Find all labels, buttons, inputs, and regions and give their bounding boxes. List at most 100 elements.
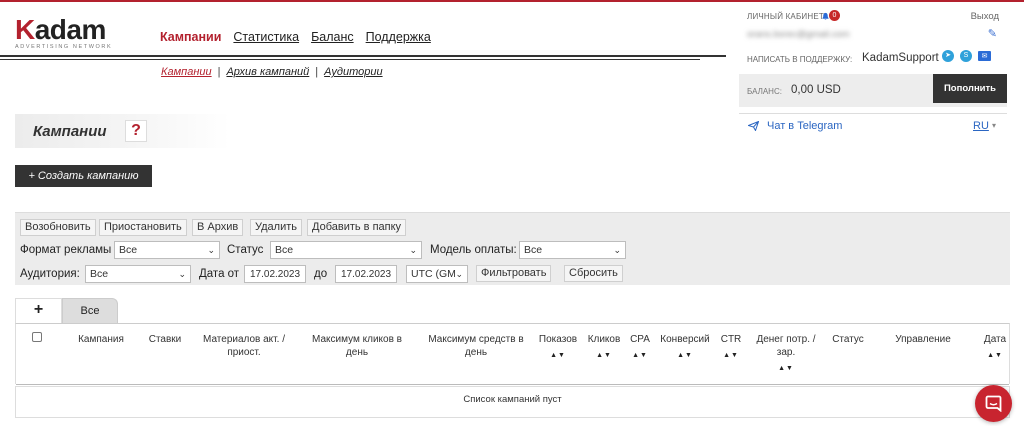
col-cpa-label: CPA xyxy=(630,334,650,345)
payment-model-value: Все xyxy=(524,244,543,256)
nav-statistics[interactable]: Статистика xyxy=(233,30,299,44)
date-to-label: до xyxy=(314,268,328,280)
format-select[interactable]: Все ⌄ xyxy=(114,241,220,259)
archive-button[interactable]: В Архив xyxy=(192,219,244,236)
audience-select[interactable]: Все ⌄ xyxy=(85,265,191,283)
panel-divider xyxy=(739,113,1007,114)
reset-button[interactable]: Сбросить xyxy=(564,265,623,282)
skype-icon[interactable]: S xyxy=(960,50,972,62)
sort-icon[interactable]: ▲▼ xyxy=(715,349,747,362)
empty-state-row: Список кампаний пуст xyxy=(15,386,1010,418)
nav-campaigns[interactable]: Кампании xyxy=(160,30,221,44)
sort-icon[interactable]: ▲▼ xyxy=(536,349,580,362)
logo-tagline: ADVERTISING NETWORK xyxy=(15,44,113,50)
col-max-clicks[interactable]: Максимум кликов в день xyxy=(306,333,408,359)
empty-state-text: Список кампаний пуст xyxy=(463,394,562,405)
add-tab-button[interactable]: + xyxy=(15,298,62,323)
status-select[interactable]: Все ⌄ xyxy=(270,241,422,259)
payment-model-select[interactable]: Все ⌄ xyxy=(519,241,626,259)
col-bids[interactable]: Ставки xyxy=(144,333,186,346)
nav-balance[interactable]: Баланс xyxy=(311,30,354,44)
chat-button[interactable] xyxy=(975,385,1012,422)
col-money-label: Денег потр. / зар. xyxy=(756,334,816,358)
format-label: Формат рекламы xyxy=(20,244,112,256)
subnav-audiences[interactable]: Аудитории xyxy=(324,66,382,78)
subnav-separator: | xyxy=(315,66,319,78)
status-label: Статус xyxy=(227,244,264,256)
add-to-folder-button[interactable]: Добавить в папку xyxy=(307,219,407,236)
chevron-down-icon: ⌄ xyxy=(207,245,215,255)
col-money[interactable]: Денег потр. / зар. ▲▼ xyxy=(751,333,821,375)
audience-label: Аудитория: xyxy=(20,268,80,280)
col-materials[interactable]: Материалов акт. / приост. xyxy=(198,333,290,359)
support-name: KadamSupport xyxy=(862,52,939,64)
col-impressions-label: Показов xyxy=(538,334,578,345)
filter-panel: Возобновить Приостановить В Архив Удалит… xyxy=(15,212,1010,285)
audience-value: Все xyxy=(90,268,109,280)
col-max-spend[interactable]: Максимум средств в день xyxy=(420,333,532,359)
col-ctr[interactable]: CTR ▲▼ xyxy=(715,333,747,362)
nav-divider xyxy=(0,55,726,60)
sort-icon[interactable]: ▲▼ xyxy=(978,349,1012,362)
col-clicks-label: Кликов xyxy=(587,334,621,345)
pause-button[interactable]: Приостановить xyxy=(99,219,187,236)
select-all-checkbox[interactable] xyxy=(32,332,42,342)
chevron-down-icon: ⌄ xyxy=(409,245,417,255)
format-value: Все xyxy=(119,244,138,256)
resume-button[interactable]: Возобновить xyxy=(20,219,96,236)
campaigns-table-header: Кампания Ставки Материалов акт. / приост… xyxy=(15,323,1012,385)
chevron-down-icon: ⌄ xyxy=(613,245,621,255)
logo-word-rest: adam xyxy=(34,14,107,45)
col-ctr-label: CTR xyxy=(720,334,742,345)
timezone-value: UTC (GM xyxy=(411,268,456,280)
sub-nav: Кампании | Архив кампаний | Аудитории xyxy=(161,66,383,78)
date-to-input[interactable] xyxy=(335,265,397,283)
col-impressions[interactable]: Показов ▲▼ xyxy=(536,333,580,362)
date-from-label: Дата от xyxy=(199,268,240,280)
col-clicks[interactable]: Кликов ▲▼ xyxy=(584,333,624,362)
col-date[interactable]: Дата ▲▼ xyxy=(978,333,1012,362)
telegram-chat-link[interactable]: Чат в Telegram xyxy=(748,120,842,132)
filter-button[interactable]: Фильтровать xyxy=(476,265,552,282)
date-from-input[interactable] xyxy=(244,265,306,283)
edit-pencil-icon[interactable]: ✎ xyxy=(988,27,997,40)
sort-icon[interactable]: ▲▼ xyxy=(626,349,654,362)
telegram-chat-label: Чат в Telegram xyxy=(767,120,843,132)
payment-model-label: Модель оплаты: xyxy=(430,244,517,256)
chevron-down-icon: ▾ xyxy=(992,121,997,130)
sort-icon[interactable]: ▲▼ xyxy=(658,349,712,362)
col-cpa[interactable]: CPA ▲▼ xyxy=(626,333,654,362)
sort-icon[interactable]: ▲▼ xyxy=(751,362,821,375)
nav-support[interactable]: Поддержка xyxy=(366,30,431,44)
col-status[interactable]: Статус xyxy=(826,333,870,346)
main-nav: Кампании Статистика Баланс Поддержка xyxy=(160,30,431,44)
page-title-box: Кампании ? xyxy=(15,114,230,148)
chevron-down-icon: ⌄ xyxy=(178,269,186,279)
mail-icon[interactable]: ✉ xyxy=(978,51,991,61)
topup-button[interactable]: Пополнить xyxy=(933,74,1007,103)
help-button[interactable]: ? xyxy=(125,120,147,142)
balance-bar: БАЛАНС: 0,00 USD Пополнить xyxy=(739,74,1007,107)
balance-label: БАЛАНС: xyxy=(747,87,782,96)
delete-button[interactable]: Удалить xyxy=(250,219,302,236)
col-conversions[interactable]: Конверсий ▲▼ xyxy=(658,333,712,362)
kadam-logo[interactable]: Kadam ADVERTISING NETWORK xyxy=(15,14,113,51)
col-conversions-label: Конверсий xyxy=(660,334,710,345)
support-label: НАПИСАТЬ В ПОДДЕРЖКУ: xyxy=(747,55,853,64)
telegram-icon[interactable]: ➤ xyxy=(942,50,954,62)
chevron-down-icon: ⌄ xyxy=(455,269,463,279)
tab-all[interactable]: Все xyxy=(62,298,118,323)
subnav-campaigns[interactable]: Кампании xyxy=(161,66,212,78)
subnav-archive[interactable]: Архив кампаний xyxy=(226,66,309,78)
language-select[interactable]: RU xyxy=(973,120,989,132)
col-management[interactable]: Управление xyxy=(888,333,958,346)
sort-icon[interactable]: ▲▼ xyxy=(584,349,624,362)
support-contacts: ➤ S ✉ xyxy=(942,50,991,62)
timezone-select[interactable]: UTC (GM ⌄ xyxy=(406,265,468,283)
logout-link[interactable]: Выход xyxy=(971,11,999,22)
status-value: Все xyxy=(275,244,294,256)
create-campaign-button[interactable]: + Создать кампанию xyxy=(15,165,152,187)
notification-badge: 0 xyxy=(829,10,840,21)
col-campaign[interactable]: Кампания xyxy=(71,333,131,346)
paper-plane-icon xyxy=(748,121,759,131)
